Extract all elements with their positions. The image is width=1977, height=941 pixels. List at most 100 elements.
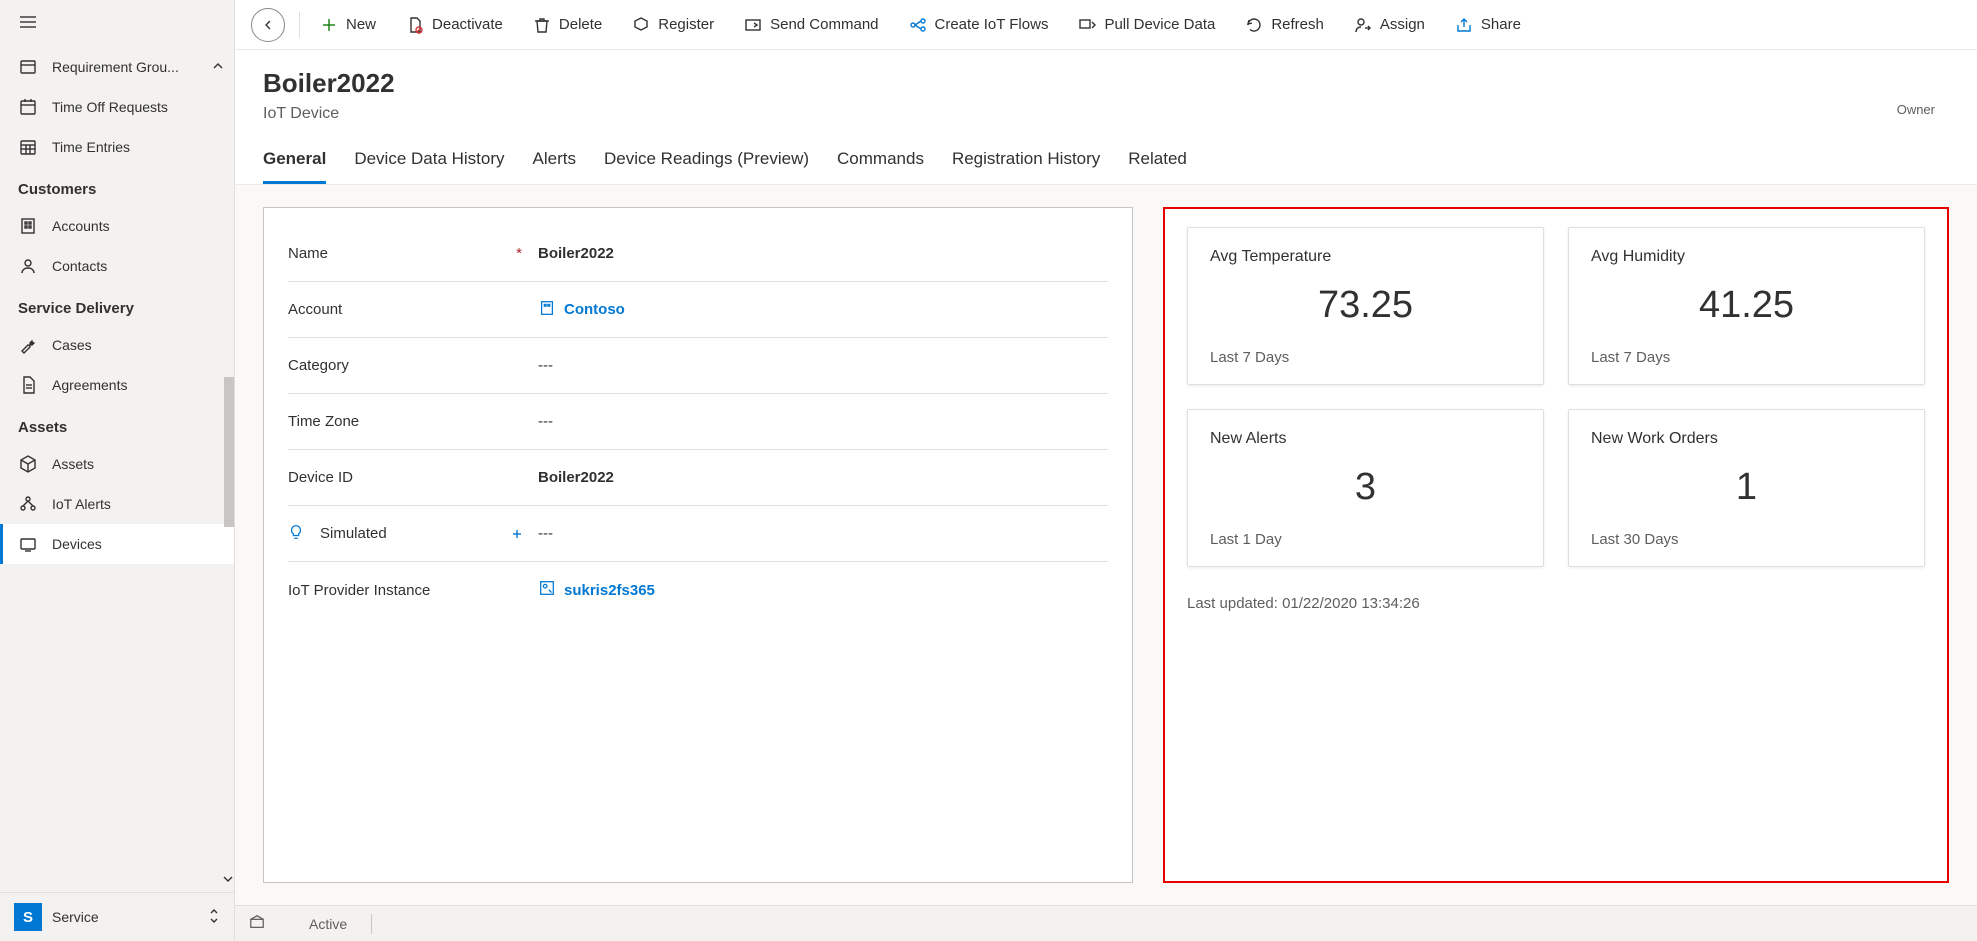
register-button[interactable]: Register	[618, 8, 728, 42]
sidebar-item-label: Accounts	[52, 218, 110, 234]
sidebar-item-label: Assets	[52, 456, 94, 472]
tab-device-data-history[interactable]: Device Data History	[354, 143, 504, 184]
field-label: Simulated	[320, 525, 387, 542]
sidebar-item-contacts[interactable]: Contacts	[0, 246, 234, 286]
cmd-label: Send Command	[770, 16, 878, 33]
tab-device-readings[interactable]: Device Readings (Preview)	[604, 143, 809, 184]
field-value: ---	[538, 413, 1108, 430]
cards-panel: Avg Temperature 73.25 Last 7 Days Avg Hu…	[1163, 207, 1949, 883]
card-title: New Work Orders	[1591, 430, 1902, 448]
sidebar-item-label: Requirement Grou...	[52, 59, 179, 75]
field-simulated[interactable]: Simulated ---	[288, 506, 1108, 562]
field-account[interactable]: Account Contoso	[288, 282, 1108, 338]
tab-general[interactable]: General	[263, 143, 326, 184]
page-title: Boiler2022	[263, 68, 395, 99]
field-timezone[interactable]: Time Zone ---	[288, 394, 1108, 450]
card-icon	[18, 57, 38, 77]
sidebar-item-agreements[interactable]: Agreements	[0, 365, 234, 405]
field-value: ---	[538, 525, 1108, 542]
sidebar-item-time-off[interactable]: Time Off Requests	[0, 87, 234, 127]
card-value: 1	[1591, 466, 1902, 509]
field-label: Account	[288, 301, 342, 318]
sidebar-footer[interactable]: S Service	[0, 892, 234, 941]
field-provider[interactable]: IoT Provider Instance sukris2fs365	[288, 562, 1108, 618]
field-label: Name	[288, 245, 328, 262]
main: New Deactivate Delete Register Send Comm…	[235, 0, 1977, 941]
new-button[interactable]: New	[306, 8, 390, 42]
sidebar-item-label: Devices	[52, 536, 102, 552]
sidebar-item-time-entries[interactable]: Time Entries	[0, 127, 234, 167]
refresh-icon	[1245, 16, 1263, 34]
network-icon	[18, 494, 38, 514]
status-bar: Active	[235, 905, 1977, 941]
refresh-button[interactable]: Refresh	[1231, 8, 1338, 42]
tab-commands[interactable]: Commands	[837, 143, 924, 184]
card-title: Avg Humidity	[1591, 248, 1902, 266]
cmd-label: Share	[1481, 16, 1521, 33]
sidebar-item-label: Agreements	[52, 377, 127, 393]
create-flows-button[interactable]: Create IoT Flows	[895, 8, 1063, 42]
card-footer: Last 7 Days	[1591, 349, 1902, 366]
sidebar-item-label: Cases	[52, 337, 92, 353]
field-label: Time Zone	[288, 413, 359, 430]
building-icon	[18, 216, 38, 236]
sidebar-item-label: Time Entries	[52, 139, 130, 155]
field-category[interactable]: Category ---	[288, 338, 1108, 394]
sidebar-item-iot-alerts[interactable]: IoT Alerts	[0, 484, 234, 524]
sidebar-item-accounts[interactable]: Accounts	[0, 206, 234, 246]
page-subtitle: IoT Device	[263, 105, 395, 123]
person-icon	[18, 256, 38, 276]
field-label: Device ID	[288, 469, 353, 486]
provider-link[interactable]: sukris2fs365	[538, 579, 1108, 601]
sidebar-item-cases[interactable]: Cases	[0, 325, 234, 365]
card-footer: Last 30 Days	[1591, 531, 1902, 548]
required-indicator: *	[516, 245, 522, 262]
field-device-id[interactable]: Device ID Boiler2022	[288, 450, 1108, 506]
cmd-label: Create IoT Flows	[935, 16, 1049, 33]
chevron-up-icon	[212, 59, 224, 75]
card-new-alerts: New Alerts 3 Last 1 Day	[1187, 409, 1544, 567]
calendar-grid-icon	[18, 137, 38, 157]
tab-related[interactable]: Related	[1128, 143, 1187, 184]
hamburger-button[interactable]	[0, 0, 234, 47]
tab-alerts[interactable]: Alerts	[533, 143, 576, 184]
card-footer: Last 1 Day	[1210, 531, 1521, 548]
separator	[371, 914, 372, 934]
chevron-down-icon[interactable]	[222, 872, 234, 888]
plus-icon	[320, 16, 338, 34]
delete-button[interactable]: Delete	[519, 8, 616, 42]
area-badge: S	[14, 903, 42, 931]
sidebar: Requirement Grou... Time Off Requests Ti…	[0, 0, 235, 941]
building-icon	[538, 299, 556, 321]
nav-list: Requirement Grou... Time Off Requests Ti…	[0, 47, 234, 892]
send-command-button[interactable]: Send Command	[730, 8, 892, 42]
tab-registration-history[interactable]: Registration History	[952, 143, 1100, 184]
card-avg-temperature: Avg Temperature 73.25 Last 7 Days	[1187, 227, 1544, 385]
deactivate-button[interactable]: Deactivate	[392, 8, 517, 42]
last-updated: Last updated: 01/22/2020 13:34:26	[1187, 595, 1925, 612]
cmd-label: Pull Device Data	[1104, 16, 1215, 33]
sidebar-item-assets[interactable]: Assets	[0, 444, 234, 484]
link-text: Contoso	[564, 301, 625, 318]
sidebar-item-requirement-group[interactable]: Requirement Grou...	[0, 47, 234, 87]
share-button[interactable]: Share	[1441, 8, 1535, 42]
register-icon	[632, 16, 650, 34]
pull-data-button[interactable]: Pull Device Data	[1064, 8, 1229, 42]
account-link[interactable]: Contoso	[538, 299, 1108, 321]
assign-button[interactable]: Assign	[1340, 8, 1439, 42]
status-text: Active	[309, 916, 347, 932]
card-title: New Alerts	[1210, 430, 1521, 448]
sidebar-section-service-delivery: Service Delivery	[0, 286, 234, 325]
status-icon[interactable]	[249, 914, 265, 933]
back-button[interactable]	[251, 8, 285, 42]
recommended-icon	[512, 526, 522, 542]
scrollbar-thumb[interactable]	[224, 377, 234, 527]
field-name[interactable]: Name * Boiler2022	[288, 226, 1108, 282]
sidebar-item-devices[interactable]: Devices	[0, 524, 234, 564]
sidebar-item-label: Contacts	[52, 258, 107, 274]
assign-icon	[1354, 16, 1372, 34]
pull-icon	[1078, 16, 1096, 34]
card-footer: Last 7 Days	[1210, 349, 1521, 366]
trash-icon	[533, 16, 551, 34]
owner-label: Owner	[1897, 102, 1935, 117]
